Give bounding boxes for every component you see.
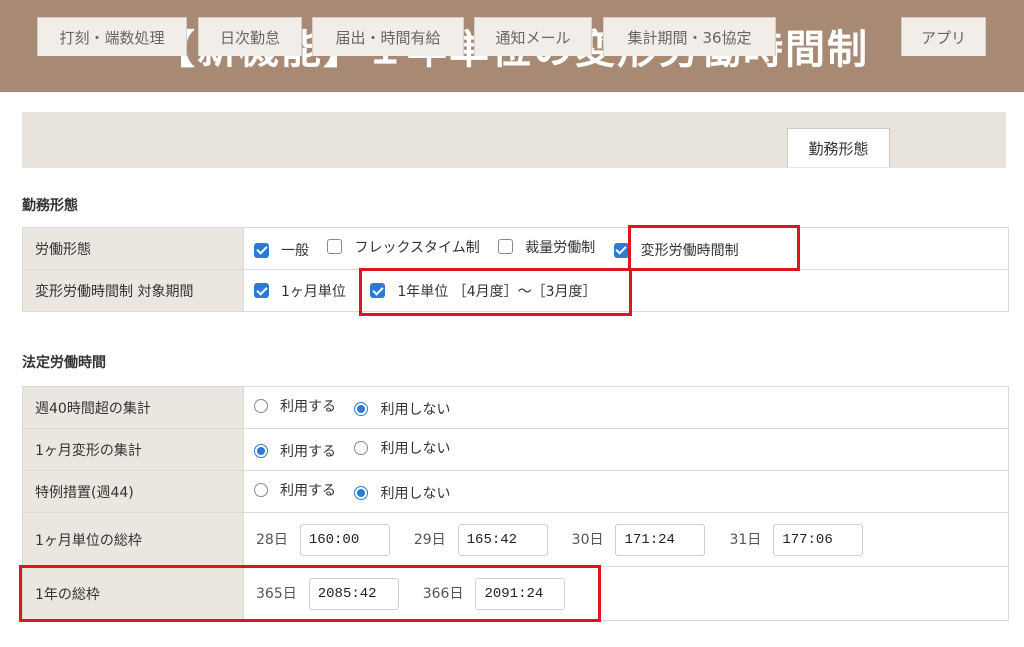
target-period-options: 1ヶ月単位 1年単位 ［4月度］〜［3月度］ <box>243 269 1009 312</box>
radio-use[interactable]: 利用する <box>250 480 336 500</box>
monthly-variable-label: 1ヶ月変形の集計 <box>22 428 244 471</box>
option-monthly-unit[interactable]: 1ヶ月単位 <box>250 281 346 301</box>
statutory-hours-table: 週40時間超の集計 利用する 利用しない 1ヶ月変形の集計 利用する 利用しない <box>22 386 1009 621</box>
days-label: 29日 <box>413 531 446 548</box>
tab-aggregation-period[interactable]: 集計期間・36協定 <box>603 17 776 56</box>
monthly-frame-fields: 28日 160:00 29日 165:42 30日 171:24 31日 177:06 <box>243 512 1009 567</box>
option-flextime[interactable]: フレックスタイム制 <box>323 237 480 257</box>
frame-365-input[interactable]: 2085:42 <box>308 577 399 610</box>
option-general[interactable]: 一般 <box>250 240 309 260</box>
option-yearly-unit[interactable]: 1年単位 ［4月度］〜［3月度］ <box>366 281 597 301</box>
yearly-frame-fields: 365日 2085:42 366日 2091:24 <box>243 566 1009 621</box>
checkbox-checked-icon[interactable] <box>613 242 629 258</box>
labor-type-options: 一般 フレックスタイム制 裁量労働制 変形労働時間制 <box>243 227 1009 270</box>
option-discretionary[interactable]: 裁量労働制 <box>494 237 595 257</box>
radio-selected-icon[interactable] <box>354 486 369 500</box>
labor-type-label: 労働形態 <box>22 227 244 270</box>
weekly-40h-options: 利用する 利用しない <box>243 386 1009 429</box>
tab-app[interactable]: アプリ <box>901 17 986 56</box>
checkbox-unchecked-icon[interactable] <box>327 239 343 255</box>
days-label: 31日 <box>729 531 762 548</box>
yearly-frame-label: 1年の総枠 <box>22 566 244 621</box>
radio-use[interactable]: 利用する <box>250 396 336 416</box>
tab-daily-attendance[interactable]: 日次勤怠 <box>198 17 302 56</box>
days-label: 30日 <box>571 531 604 548</box>
tab-work-style[interactable]: 勤務形態 <box>787 128 890 167</box>
days-label: 366日 <box>422 585 464 602</box>
monthly-frame-label: 1ヶ月単位の総枠 <box>22 512 244 567</box>
radio-use[interactable]: 利用する <box>250 441 336 461</box>
special-measure-options: 利用する 利用しない <box>243 470 1009 513</box>
section-title-work-style: 勤務形態 <box>22 198 78 214</box>
radio-unselected-icon[interactable] <box>254 483 268 497</box>
frame-31-input[interactable]: 177:06 <box>773 523 864 556</box>
checkbox-checked-icon[interactable] <box>370 283 386 298</box>
days-label: 365日 <box>256 585 297 602</box>
option-variable-hours[interactable]: 変形労働時間制 <box>610 240 739 260</box>
radio-not-use[interactable]: 利用しない <box>350 483 450 503</box>
weekly-40h-label: 週40時間超の集計 <box>22 386 244 429</box>
radio-not-use[interactable]: 利用しない <box>350 399 450 419</box>
radio-unselected-icon[interactable] <box>354 441 369 455</box>
monthly-variable-options: 利用する 利用しない <box>243 428 1009 471</box>
tab-stamping[interactable]: 打刻・端数処理 <box>37 17 187 56</box>
target-period-label: 変形労働時間制 対象期間 <box>22 269 244 312</box>
days-label: 28日 <box>256 531 288 548</box>
tab-requests[interactable]: 届出・時間有給 <box>312 17 464 56</box>
tab-notification-mail[interactable]: 通知メール <box>474 17 592 56</box>
radio-unselected-icon[interactable] <box>254 399 268 413</box>
checkbox-checked-icon[interactable] <box>254 242 269 258</box>
special-measure-label: 特例措置(週44) <box>22 470 244 513</box>
section-title-statutory-hours: 法定労働時間 <box>22 355 106 371</box>
checkbox-unchecked-icon[interactable] <box>498 239 514 255</box>
checkbox-checked-icon[interactable] <box>254 283 269 298</box>
frame-30-input[interactable]: 171:24 <box>615 523 706 556</box>
radio-not-use[interactable]: 利用しない <box>350 438 450 458</box>
frame-28-input[interactable]: 160:00 <box>299 523 390 556</box>
radio-selected-icon[interactable] <box>254 444 268 458</box>
frame-29-input[interactable]: 165:42 <box>457 523 548 556</box>
frame-366-input[interactable]: 2091:24 <box>475 577 566 610</box>
work-style-table: 労働形態 一般 フレックスタイム制 裁量労働制 変形労働時間制 変形労働時間制 … <box>22 227 1009 312</box>
radio-selected-icon[interactable] <box>354 402 369 416</box>
